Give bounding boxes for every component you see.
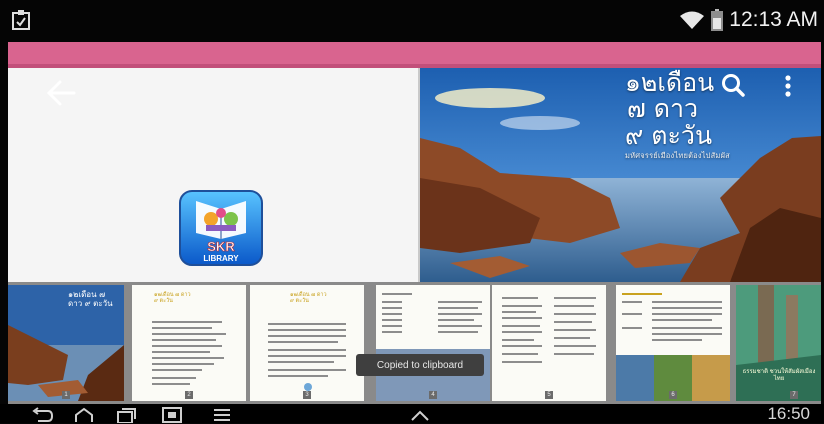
cover-image <box>420 68 821 282</box>
recents-icon[interactable] <box>114 407 138 423</box>
thumbnail-page-5[interactable]: 5 <box>492 285 606 401</box>
page-number: 2 <box>185 391 193 399</box>
cover-title-line1: ๑๒เดือน <box>625 68 715 97</box>
page-number: 4 <box>429 391 437 399</box>
navigation-bar: 16:50 <box>0 404 824 423</box>
reader-cover-page[interactable]: ๑๒เดือน ๗ ดาว ๙ ตะวัน มหัศจรรย์เมืองไทยต… <box>420 68 821 282</box>
action-bar <box>8 42 821 68</box>
page-number: 5 <box>545 391 553 399</box>
clipboard-icon <box>12 10 30 30</box>
thumbnail-photo <box>616 355 654 401</box>
page-number: 1 <box>62 391 70 399</box>
reader-left-page[interactable]: SKR LIBRARY <box>8 68 420 282</box>
nav-time: 16:50 <box>767 404 810 423</box>
back-icon[interactable] <box>30 407 54 423</box>
thumbnail-page-3[interactable]: ๑๒เดือน ๗ ดาว ๙ ตะวัน 3 <box>250 285 364 401</box>
cover-title-line2: ๗ ดาว <box>627 94 699 124</box>
search-icon[interactable] <box>720 72 746 98</box>
thumbnail-caption: ธรรมชาติ ชวนให้สัมผัสเมืองไทย <box>742 369 816 383</box>
cover-title-line3: ๙ ตะวัน <box>625 120 713 150</box>
toast-copied: Copied to clipboard <box>356 354 484 376</box>
menu-icon[interactable] <box>212 407 232 423</box>
logo-text-skr: SKR <box>207 239 235 254</box>
battery-icon <box>711 9 724 31</box>
home-icon[interactable] <box>72 407 96 423</box>
up-chevron-icon[interactable] <box>408 407 432 423</box>
thumbnail-page-1[interactable]: ๑๒เดือน ๗ ดาว ๙ ตะวัน 1 <box>8 285 124 401</box>
status-time: 12:13 AM <box>729 8 818 31</box>
thumbnail-strip[interactable]: ๑๒เดือน ๗ ดาว ๙ ตะวัน 1 ๑๒เดือน ๗ ดาว ๙ … <box>8 282 821 404</box>
wifi-icon <box>680 11 705 29</box>
screenshot-icon[interactable] <box>160 407 184 423</box>
thumbnail-page-4[interactable]: 4 <box>376 285 490 401</box>
thumbnail-emblem <box>304 383 312 391</box>
thumbnail-cover-title: ๑๒เดือน ๗ ดาว ๙ ตะวัน <box>68 290 113 308</box>
thumbnail-page-7[interactable]: ธรรมชาติ ชวนให้สัมผัสเมืองไทย 7 <box>736 285 821 401</box>
skr-library-logo: SKR LIBRARY <box>179 190 263 266</box>
page-number: 7 <box>790 391 798 399</box>
thumbnail-heading: ๑๒เดือน ๗ ดาว ๙ ตะวัน <box>154 292 191 305</box>
more-vert-icon[interactable] <box>782 74 794 100</box>
logo-text-library: LIBRARY <box>203 254 239 263</box>
cover-title: ๑๒เดือน ๗ ดาว ๙ ตะวัน มหัศจรรย์เมืองไทยต… <box>625 68 730 160</box>
cover-subtitle: มหัศจรรย์เมืองไทยต้องไปสัมผัส <box>625 150 730 160</box>
page-number: 6 <box>669 391 677 399</box>
thumbnail-page-6[interactable]: 6 <box>616 285 730 401</box>
arrow-left-icon[interactable] <box>44 76 78 110</box>
thumbnail-forest-image <box>736 285 821 401</box>
status-bar: 12:13 AM <box>0 0 824 42</box>
thumbnail-photo <box>692 355 730 401</box>
thumbnail-heading: ๑๒เดือน ๗ ดาว ๙ ตะวัน <box>290 292 327 305</box>
page-number: 3 <box>303 391 311 399</box>
thumbnail-page-2[interactable]: ๑๒เดือน ๗ ดาว ๙ ตะวัน 2 <box>132 285 246 401</box>
